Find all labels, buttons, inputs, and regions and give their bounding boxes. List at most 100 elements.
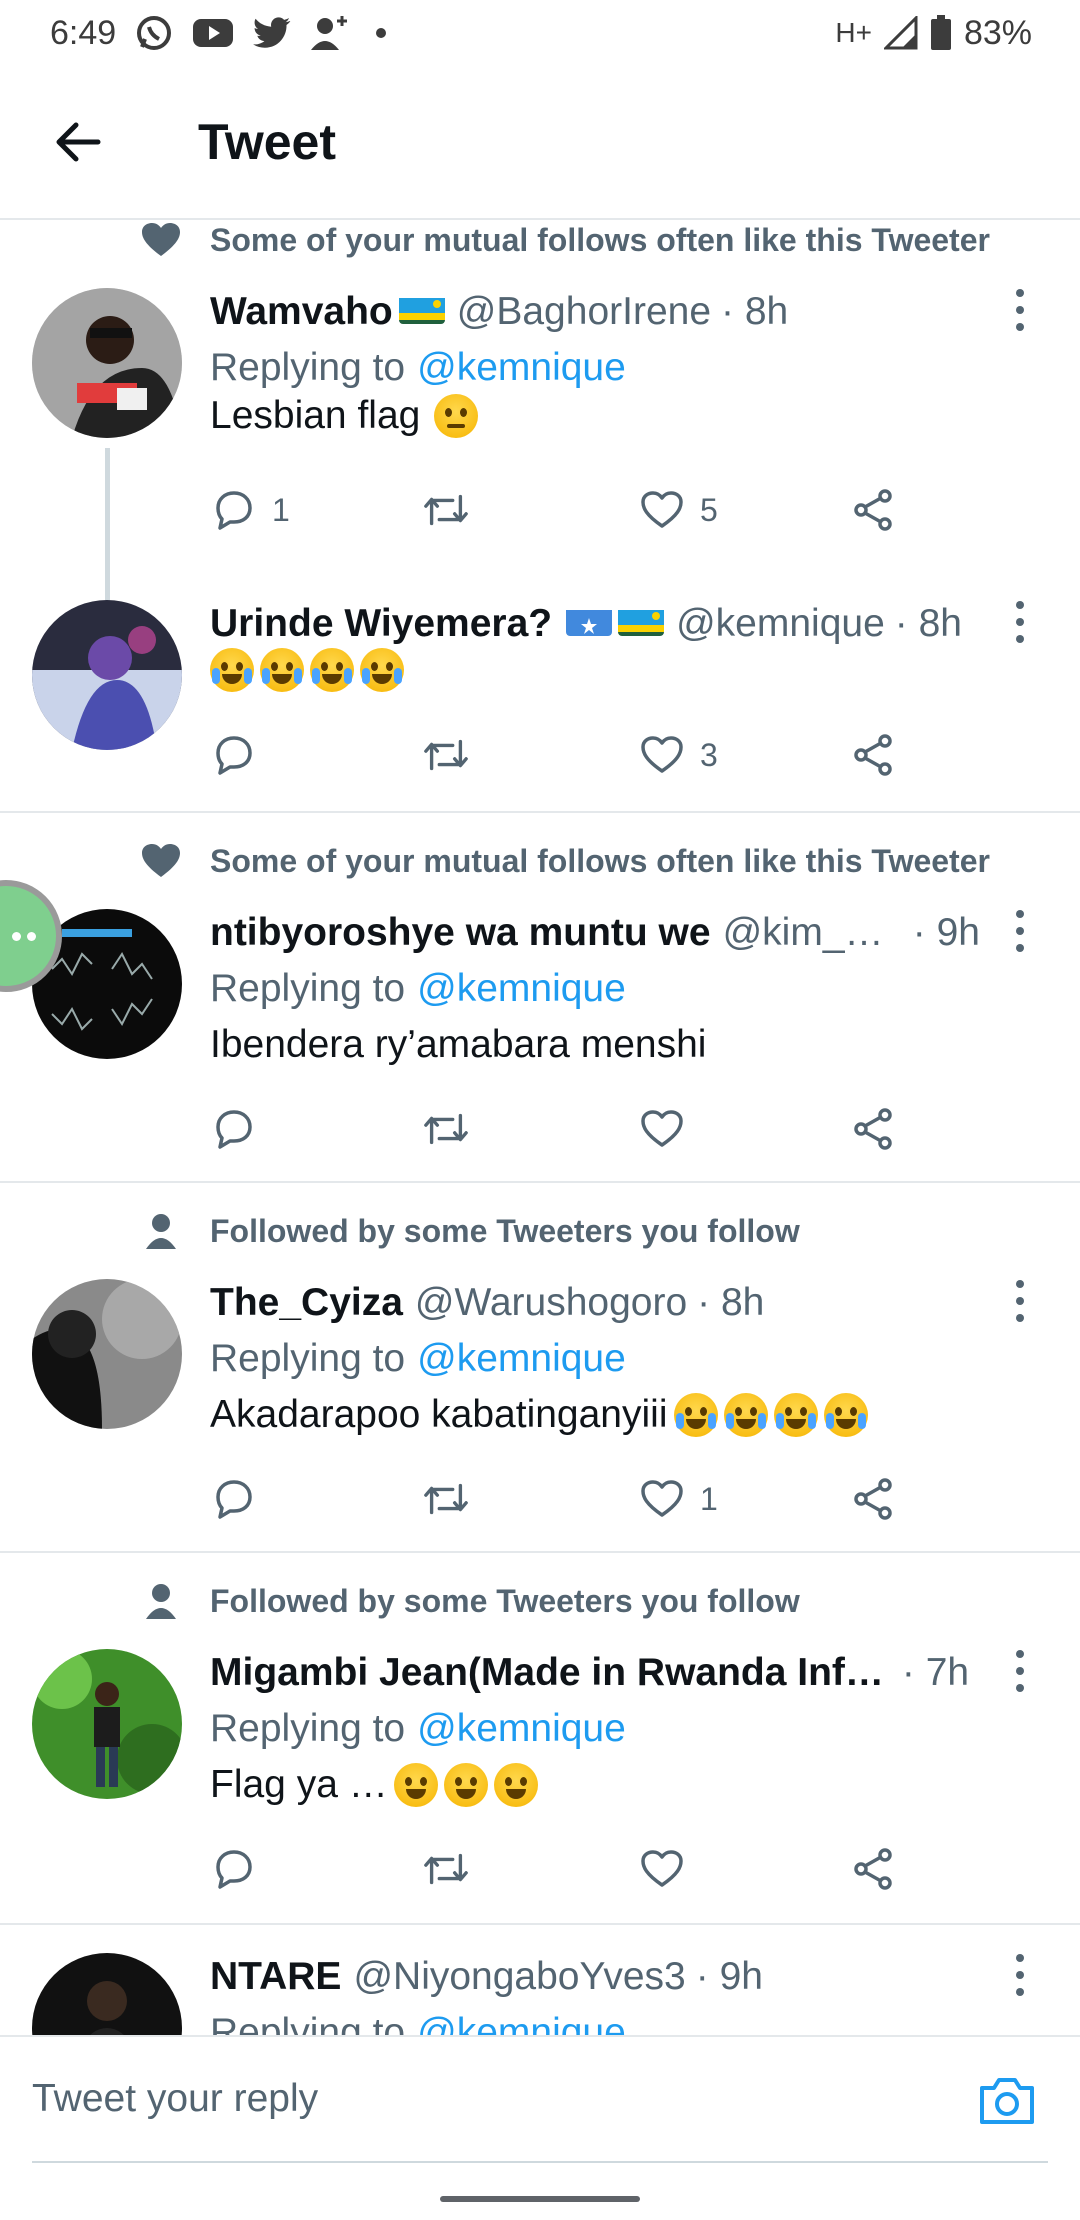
camera-icon xyxy=(980,2078,1034,2124)
display-name[interactable]: Wamvaho xyxy=(210,290,393,334)
retweet-button[interactable] xyxy=(422,1469,484,1529)
share-button[interactable] xyxy=(850,1469,898,1529)
tweet-header: NTARE @NiyongaboYves3 · 9h xyxy=(210,1955,980,1999)
heart-outline-icon xyxy=(638,731,686,779)
mention-link[interactable]: @kemnique xyxy=(417,967,626,1010)
user-handle[interactable]: @BaghorIrene xyxy=(457,290,711,334)
user-handle[interactable]: @kim_k… xyxy=(723,911,903,955)
avatar[interactable] xyxy=(32,1649,182,1799)
heart-outline-icon xyxy=(638,1845,686,1893)
avatar[interactable] xyxy=(32,288,182,438)
share-icon xyxy=(850,1105,898,1153)
replies-feed[interactable]: Some of your mutual follows often like t… xyxy=(0,220,1080,2035)
replying-label: Replying to xyxy=(210,1337,406,1380)
face-tears-of-joy-emoji xyxy=(823,1393,868,1437)
face-tears-of-joy-emoji xyxy=(360,648,404,692)
replying-label: Replying to xyxy=(210,2011,406,2035)
reply-button[interactable]: 1 xyxy=(210,480,290,540)
face-tears-of-joy-emoji xyxy=(773,1393,818,1437)
arrow-left-icon xyxy=(56,122,101,162)
display-name[interactable]: NTARE xyxy=(210,1955,341,1999)
like-button[interactable]: 1 xyxy=(638,1469,718,1529)
user-handle[interactable]: @Warushogoro xyxy=(415,1281,687,1325)
retweet-button[interactable] xyxy=(422,1099,484,1159)
reply-button[interactable] xyxy=(210,1469,272,1529)
page-title: Tweet xyxy=(198,114,336,170)
tweet-actions: 1 5 xyxy=(210,480,910,540)
face-rolling-eyes-emoji xyxy=(434,394,479,438)
reply-icon xyxy=(210,1845,258,1893)
tweet-header: The_Cyiza @Warushogoro · 8h xyxy=(210,1281,980,1325)
tweet-text: Akadarapoo kabatinganyiii xyxy=(210,1393,868,1437)
tweet-actions: 3 xyxy=(210,725,910,785)
tweet-header: Migambi Jean(Made in Rwanda Inf… · 7h xyxy=(210,1651,980,1695)
tweet-text-content: Akadarapoo kabatinganyiii xyxy=(210,1393,668,1436)
reply-button[interactable] xyxy=(210,1839,272,1899)
more-options-button[interactable] xyxy=(1000,280,1040,340)
avatar[interactable] xyxy=(32,1279,182,1429)
grinning-face-emoji xyxy=(493,1763,538,1807)
retweet-button[interactable] xyxy=(422,480,484,540)
tweet-text-content: Ibendera ry’amabara menshi xyxy=(210,1023,707,1066)
more-options-button[interactable] xyxy=(1000,1271,1040,1331)
display-name[interactable]: The_Cyiza xyxy=(210,1281,403,1325)
like-button[interactable]: 3 xyxy=(638,725,718,785)
retweet-icon xyxy=(422,1105,470,1153)
like-button[interactable] xyxy=(638,1099,700,1159)
tweet-actions xyxy=(210,1099,910,1159)
tweet: Followed by some Tweeters you follow Mig… xyxy=(0,1553,1080,1925)
display-name[interactable]: Urinde Wiyemera? xyxy=(210,602,552,646)
youtube-icon xyxy=(192,17,234,49)
display-name[interactable]: ntibyoroshye wa muntu we xyxy=(210,911,711,955)
camera-button[interactable] xyxy=(972,2065,1042,2135)
avatar[interactable] xyxy=(32,1953,182,2035)
mention-link[interactable]: @kemnique xyxy=(417,346,626,389)
back-button[interactable] xyxy=(38,102,118,182)
user-handle[interactable]: @NiyongaboYves3 xyxy=(353,1955,685,1999)
reply-input[interactable]: Tweet your reply xyxy=(32,2077,318,2121)
share-button[interactable] xyxy=(850,1099,898,1159)
more-options-button[interactable] xyxy=(1000,1641,1040,1701)
face-tears-of-joy-emoji xyxy=(310,648,354,692)
like-count: 5 xyxy=(700,491,718,528)
more-options-button[interactable] xyxy=(1000,592,1040,652)
add-person-icon xyxy=(310,14,350,52)
retweet-icon xyxy=(422,1845,470,1893)
share-icon xyxy=(850,486,898,534)
home-indicator[interactable] xyxy=(440,2196,640,2202)
like-button[interactable]: 5 xyxy=(638,480,718,540)
tweet-time: · 8h xyxy=(721,290,789,333)
replying-label: Replying to xyxy=(210,346,406,389)
replying-label: Replying to xyxy=(210,967,406,1010)
top-app-bar: Tweet xyxy=(0,66,1080,220)
tweet-actions: 1 xyxy=(210,1469,910,1529)
display-name[interactable]: Migambi Jean(Made in Rwanda Inf… xyxy=(210,1651,884,1695)
heart-outline-icon xyxy=(638,486,686,534)
share-button[interactable] xyxy=(850,725,898,785)
tweet-text: Ibendera ry’amabara menshi xyxy=(210,1023,706,1067)
mention-link[interactable]: @kemnique xyxy=(417,1337,626,1380)
more-options-button[interactable] xyxy=(1000,901,1040,961)
more-options-button[interactable] xyxy=(1000,1945,1040,2005)
tweet-time: · 9h xyxy=(695,1955,763,1998)
tweet-text: Lesbian flag xyxy=(210,394,479,438)
avatar[interactable] xyxy=(32,600,182,750)
social-context-text: Some of your mutual follows often like t… xyxy=(210,842,990,879)
tweet-time: · 8h xyxy=(894,602,962,645)
twitter-icon xyxy=(252,16,292,50)
retweet-button[interactable] xyxy=(422,725,484,785)
retweet-icon xyxy=(422,731,470,779)
reply-button[interactable] xyxy=(210,1099,272,1159)
reply-icon xyxy=(210,1475,258,1523)
mention-link[interactable]: @kemnique xyxy=(417,1707,626,1750)
like-button[interactable] xyxy=(638,1839,700,1899)
retweet-button[interactable] xyxy=(422,1839,484,1899)
share-button[interactable] xyxy=(850,480,898,540)
user-handle[interactable]: @kemnique xyxy=(676,602,885,646)
status-time: 6:49 xyxy=(50,13,117,52)
reply-button[interactable] xyxy=(210,725,272,785)
mention-link[interactable]: @kemnique xyxy=(417,2011,626,2035)
share-button[interactable] xyxy=(850,1839,898,1899)
replying-to: Replying to @kemnique xyxy=(210,1707,626,1751)
replying-to: Replying to @kemnique xyxy=(210,2011,626,2035)
